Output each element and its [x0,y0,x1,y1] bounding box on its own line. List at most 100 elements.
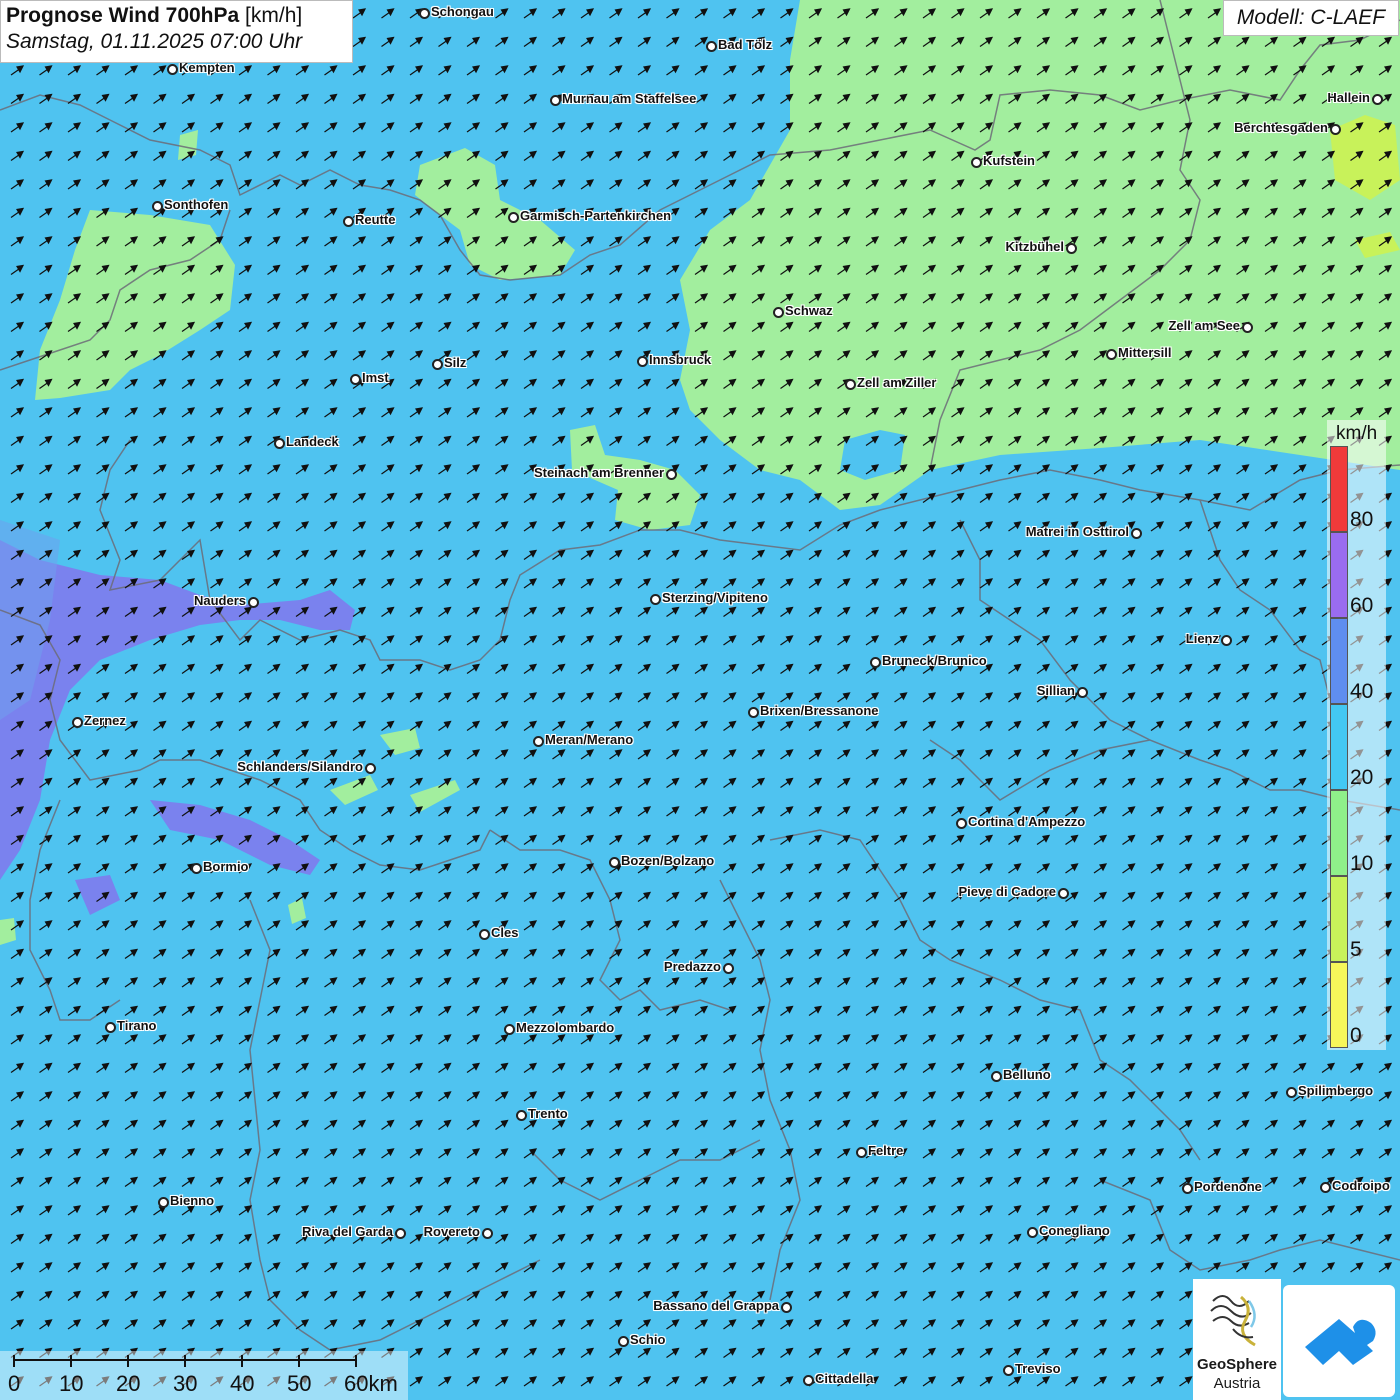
city-label: Rovereto [423,1224,480,1239]
city-dot-icon [748,707,759,718]
city-dot-icon [479,929,490,940]
legend-swatch [1330,790,1348,876]
city-label: Imst [362,370,389,385]
city-dot-icon [1330,124,1341,135]
legend-swatch [1330,704,1348,790]
legend-swatch [1330,962,1348,1048]
forecast-datetime: Samstag, 01.11.2025 07:00 Uhr [6,30,303,53]
city-dot-icon [637,356,648,367]
city-dot-icon [956,818,967,829]
city-label: Tirano [117,1018,157,1033]
city-label: Innsbruck [649,352,712,367]
legend-swatch [1330,876,1348,962]
city-dot-icon [248,597,259,608]
city-dot-icon [773,307,784,318]
city-dot-icon [706,41,717,52]
city-label: Meran/Merano [545,732,634,747]
city-dot-icon [395,1228,406,1239]
city-dot-icon [1027,1227,1038,1238]
legend-label: 5 [1350,938,1362,961]
city-dot-icon [803,1375,814,1386]
city-label: Mittersill [1118,345,1172,360]
city-label: Bienno [170,1193,215,1208]
city-label: Bassano del Grappa [653,1298,779,1313]
city-dot-icon [343,216,354,227]
city-dot-icon [482,1228,493,1239]
city-dot-icon [274,438,285,449]
city-label: Bruneck/Brunico [882,653,987,668]
city-dot-icon [1182,1183,1193,1194]
color-legend: km/h 0 5 10 20 40 60 80 [1327,420,1386,1050]
map-title-unit: [km/h] [245,4,303,27]
city-dot-icon [516,1110,527,1121]
city-label: Zell am Ziller [857,375,937,390]
city-dot-icon [1106,349,1117,360]
city-dot-icon [432,359,443,370]
city-dot-icon [504,1024,515,1035]
map-title: Prognose Wind 700hPa [km/h] [6,4,347,28]
city-dot-icon [1286,1087,1297,1098]
city-dot-icon [666,469,677,480]
city-label: Trento [528,1106,568,1121]
city-dot-icon [991,1071,1002,1082]
city-label: Matrei in Osttirol [1025,524,1129,539]
city-dot-icon [350,374,361,385]
city-dot-icon [105,1022,116,1033]
city-label: Bormio [203,859,249,874]
city-label: Berchtesgaden [1234,120,1328,135]
city-dot-icon [971,157,982,168]
city-label: Pieve di Cadore [958,884,1056,899]
model-label: Modell: C-LAEF [1223,0,1399,36]
city-label: Belluno [1003,1067,1051,1082]
city-label: Brixen/Bressanone [760,703,879,718]
city-label: Sonthofen [164,197,229,212]
city-dot-icon [533,736,544,747]
city-dot-icon [856,1147,867,1158]
wind-map[interactable]: Schongau Bad Tölz Kempten Murnau am Staffel… [0,0,1400,1400]
city-dot-icon [191,863,202,874]
map-title-main: Prognose Wind 700hPa [6,4,240,27]
city-dot-icon [723,963,734,974]
city-dot-icon [365,763,376,774]
title-panel: Prognose Wind 700hPa [km/h] Samstag, 01.… [0,0,353,63]
city-dot-icon [1320,1182,1331,1193]
city-dot-icon [152,201,163,212]
city-label: Sterzing/Vipiteno [662,590,768,605]
legend-label: 0 [1350,1024,1362,1047]
city-label: Nauders [193,593,246,608]
city-label: Treviso [1015,1361,1061,1376]
city-label: Schongau [431,4,494,19]
city-dot-icon [550,95,561,106]
city-dot-icon [419,8,430,19]
city-dot-icon [650,594,661,605]
city-label: Garmisch-Partenkirchen [520,208,672,223]
legend-label: 20 [1350,766,1374,789]
city-label: Murnau am Staffelsee [562,91,697,106]
city-label: Hallein [1327,90,1370,105]
city-label: Kitzbühel [1005,239,1065,254]
city-label: Pordenone [1194,1179,1262,1194]
city-label: Kufstein [983,153,1035,168]
city-dot-icon [1242,322,1253,333]
city-label: Predazzo [663,959,721,974]
city-dot-icon [1131,528,1142,539]
city-label: Spilimbergo [1298,1083,1374,1098]
city-label: Silz [444,355,467,370]
legend-unit: km/h [1336,423,1378,444]
city-label: Conegliano [1039,1223,1110,1238]
city-dot-icon [167,64,178,75]
city-label: Reutte [355,212,396,227]
city-dot-icon [870,657,881,668]
city-label: Cittadella [815,1371,874,1386]
city-label: Bozen/Bolzano [621,853,715,868]
city-label: Sillian [1036,683,1075,698]
city-dot-icon [781,1302,792,1313]
city-label: Cortina d'Ampezzo [968,814,1086,829]
city-dot-icon [1077,687,1088,698]
city-label: Codroipo [1332,1178,1390,1193]
city-label: Mezzolombardo [516,1020,615,1035]
city-label: Zernez [84,713,126,728]
city-dot-icon [1221,635,1232,646]
city-dot-icon [72,717,83,728]
city-dot-icon [158,1197,169,1208]
